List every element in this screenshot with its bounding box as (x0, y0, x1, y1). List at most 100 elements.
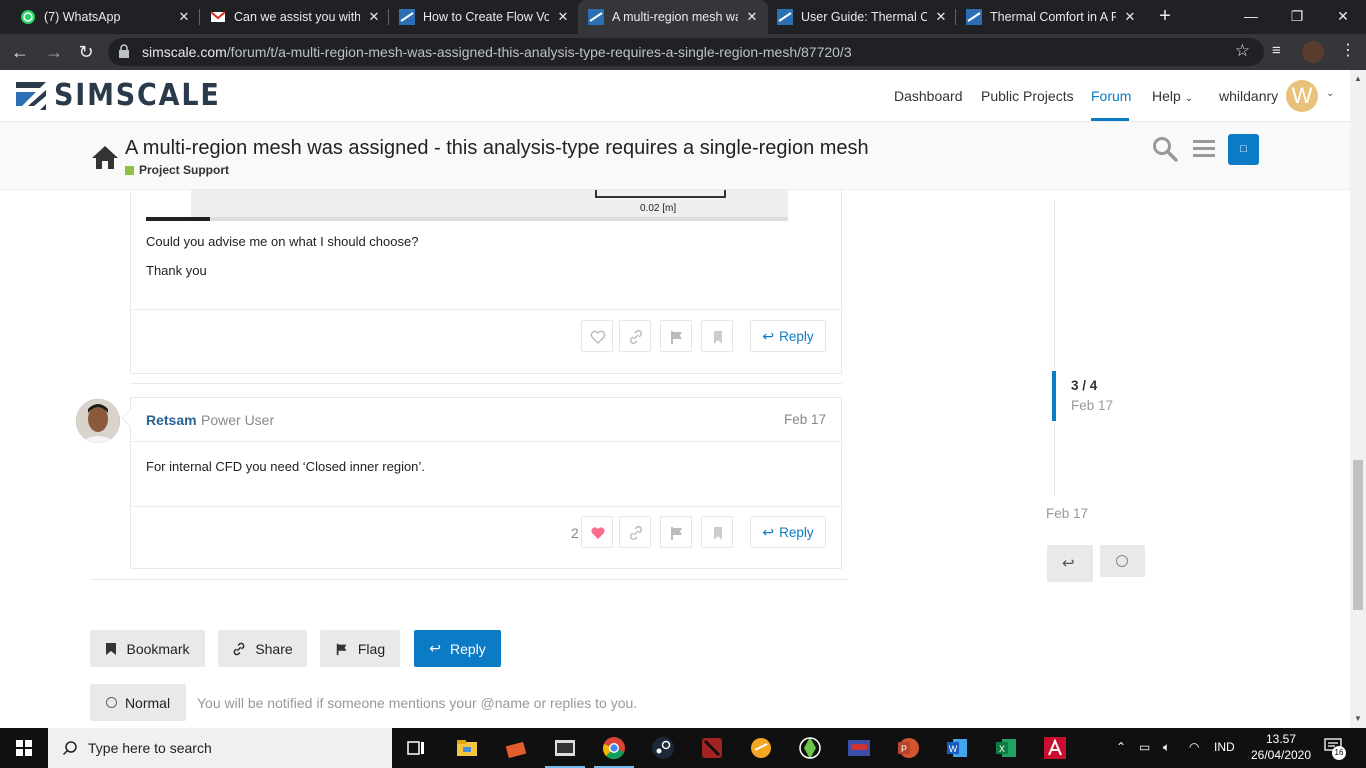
reply-button[interactable]: ↩ Reply (750, 320, 826, 352)
close-icon[interactable]: ✕ (366, 9, 382, 25)
flag-topic-button[interactable]: Flag (320, 630, 400, 667)
bookmark-star-icon[interactable]: ☆ (1235, 41, 1250, 61)
close-icon[interactable]: ✕ (176, 9, 192, 25)
wifi-icon[interactable]: ◠ (1189, 740, 1199, 754)
post-date[interactable]: Feb 17 (784, 412, 826, 427)
excel-icon[interactable]: X (994, 736, 1018, 760)
nav-dashboard[interactable]: Dashboard (894, 88, 963, 104)
dota-icon[interactable] (700, 736, 724, 760)
forum-page: SIMSCALE Dashboard Public Projects Forum… (0, 70, 1350, 728)
task-view-icon[interactable] (404, 736, 428, 760)
bookmark-button[interactable] (701, 516, 733, 548)
timeline-end-date[interactable]: Feb 17 (1046, 506, 1088, 521)
tab-thermal-comfort[interactable]: Thermal Comfort in A R ✕ (956, 0, 1146, 34)
file-explorer-icon[interactable] (455, 736, 479, 760)
scroll-down-icon[interactable]: ▼ (1354, 714, 1362, 723)
bookmark-button[interactable] (701, 320, 733, 352)
post-author[interactable]: Retsam (146, 412, 197, 428)
bookmark-icon (714, 331, 722, 344)
nav-public-projects[interactable]: Public Projects (981, 88, 1074, 104)
whatsapp-icon (21, 10, 35, 24)
scroll-up-icon[interactable]: ▲ (1354, 74, 1362, 83)
topic-title[interactable]: A multi-region mesh was assigned - this … (125, 137, 869, 160)
tab-active-topic[interactable]: A multi-region mesh wa ✕ (578, 0, 768, 34)
copy-link-button[interactable] (619, 516, 651, 548)
reload-button[interactable]: ↻ (74, 40, 98, 64)
browser-menu-icon[interactable]: ⋮ (1340, 40, 1356, 60)
home-icon[interactable] (90, 144, 120, 170)
minimize-button[interactable]: — (1228, 0, 1274, 34)
flag-button[interactable] (660, 320, 692, 352)
nav-forum[interactable]: Forum (1091, 88, 1131, 104)
simscale-logo[interactable]: SIMSCALE (14, 78, 239, 113)
avatar[interactable] (76, 399, 120, 443)
battery-icon[interactable]: ▭ (1139, 740, 1150, 754)
taskbar-clock[interactable]: 13.57 26/04/2020 (1246, 731, 1316, 763)
reply-topic-button[interactable]: ↩ Reply (414, 630, 501, 667)
timeline-track[interactable] (1054, 200, 1055, 496)
media-control-icon[interactable]: ≡ (1272, 42, 1281, 59)
heart-icon (591, 527, 605, 539)
books-app-icon[interactable] (504, 736, 528, 760)
share-topic-button[interactable]: Share (218, 630, 307, 667)
nav-help[interactable]: Help ⌄ (1152, 88, 1193, 104)
like-count[interactable]: 2 (571, 525, 579, 541)
tab-whatsapp[interactable]: (7) WhatsApp ✕ (10, 0, 200, 34)
simscale-icon (966, 9, 982, 25)
user-avatar-menu[interactable]: W (1286, 80, 1318, 112)
flag-icon (671, 331, 682, 344)
profile-avatar[interactable] (1302, 41, 1324, 63)
volume-icon[interactable]: 🔈︎ (1163, 740, 1170, 755)
tab-flow-volume[interactable]: How to Create Flow Vol ✕ (389, 0, 579, 34)
windows-start-icon[interactable] (0, 728, 48, 768)
tab-user-guide[interactable]: User Guide: Thermal Co ✕ (767, 0, 957, 34)
hamburger-menu-icon[interactable] (1191, 136, 1217, 162)
tab-gmail[interactable]: Can we assist you with t ✕ (200, 0, 390, 34)
close-icon[interactable]: ✕ (933, 9, 949, 25)
url-field[interactable]: simscale.com/forum/t/a-multi-region-mesh… (108, 38, 1264, 66)
powerpoint-icon[interactable]: P (896, 736, 920, 760)
copy-link-button[interactable] (619, 320, 651, 352)
username[interactable]: whildanry (1219, 88, 1278, 104)
sims-icon[interactable] (798, 736, 822, 760)
tab-label: How to Create Flow Vol (423, 10, 549, 24)
timeline-reply-button[interactable]: ↩ (1047, 545, 1093, 582)
tray-chevron-up-icon[interactable]: ⌃ (1116, 740, 1126, 754)
action-center-icon[interactable]: 16 (1324, 738, 1346, 760)
circle-icon (1116, 555, 1128, 567)
game-launcher-icon[interactable] (749, 736, 773, 760)
restore-button[interactable]: ❐ (1274, 0, 1320, 34)
scrollbar-thumb[interactable] (1353, 460, 1363, 610)
chrome-icon[interactable] (602, 736, 626, 760)
taskbar-search-input[interactable]: Type here to search (48, 728, 392, 768)
post-divider (131, 441, 841, 442)
close-icon[interactable]: ✕ (1122, 9, 1138, 25)
like-button[interactable] (581, 516, 613, 548)
flag-button[interactable] (660, 516, 692, 548)
reply-button[interactable]: ↩ Reply (750, 516, 826, 548)
link-icon (233, 642, 245, 655)
category-badge[interactable]: Project Support (125, 163, 229, 177)
autocad-icon[interactable] (1043, 736, 1067, 760)
chevron-down-icon[interactable]: ⌄ (1326, 88, 1334, 99)
language-indicator[interactable]: IND (1214, 740, 1235, 754)
steam-icon[interactable] (651, 736, 675, 760)
forward-button[interactable]: → (42, 40, 66, 64)
timeline-notification-button[interactable] (1100, 545, 1145, 577)
bookmark-topic-button[interactable]: Bookmark (90, 630, 205, 667)
page-scrollbar[interactable]: ▲ ▼ (1350, 70, 1366, 728)
close-icon[interactable]: ✕ (555, 9, 571, 25)
notifications-button[interactable]: □ (1228, 134, 1259, 165)
game-icon[interactable] (847, 736, 871, 760)
close-icon[interactable]: ✕ (744, 9, 760, 25)
video-editor-icon[interactable] (553, 736, 577, 760)
word-icon[interactable]: W (945, 736, 969, 760)
search-icon[interactable] (1152, 136, 1178, 162)
notification-level-button[interactable]: Normal (90, 684, 186, 721)
new-tab-button[interactable]: + (1154, 5, 1176, 27)
window-close-button[interactable]: ✕ (1320, 0, 1366, 34)
back-button[interactable]: ← (8, 40, 32, 64)
timeline-handle[interactable] (1052, 371, 1056, 421)
like-button[interactable] (581, 320, 613, 352)
tab-label: A multi-region mesh wa (612, 10, 738, 24)
